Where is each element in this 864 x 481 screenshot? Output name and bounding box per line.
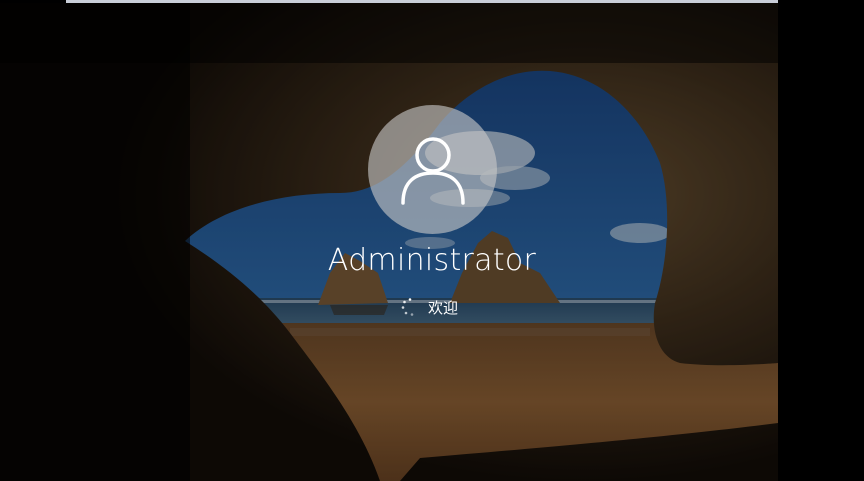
user-icon bbox=[400, 136, 465, 205]
letterbox-right bbox=[778, 0, 864, 481]
loading-spinner-icon bbox=[401, 298, 414, 316]
username-label: Administrator bbox=[327, 243, 537, 278]
wallpaper bbox=[0, 3, 778, 481]
welcome-status: 欢迎 bbox=[400, 297, 458, 317]
user-avatar bbox=[368, 105, 497, 234]
welcome-text: 欢迎 bbox=[428, 298, 459, 317]
lock-screen: Administrator 欢迎 bbox=[0, 0, 864, 481]
wallpaper-dim-overlay bbox=[0, 3, 778, 481]
